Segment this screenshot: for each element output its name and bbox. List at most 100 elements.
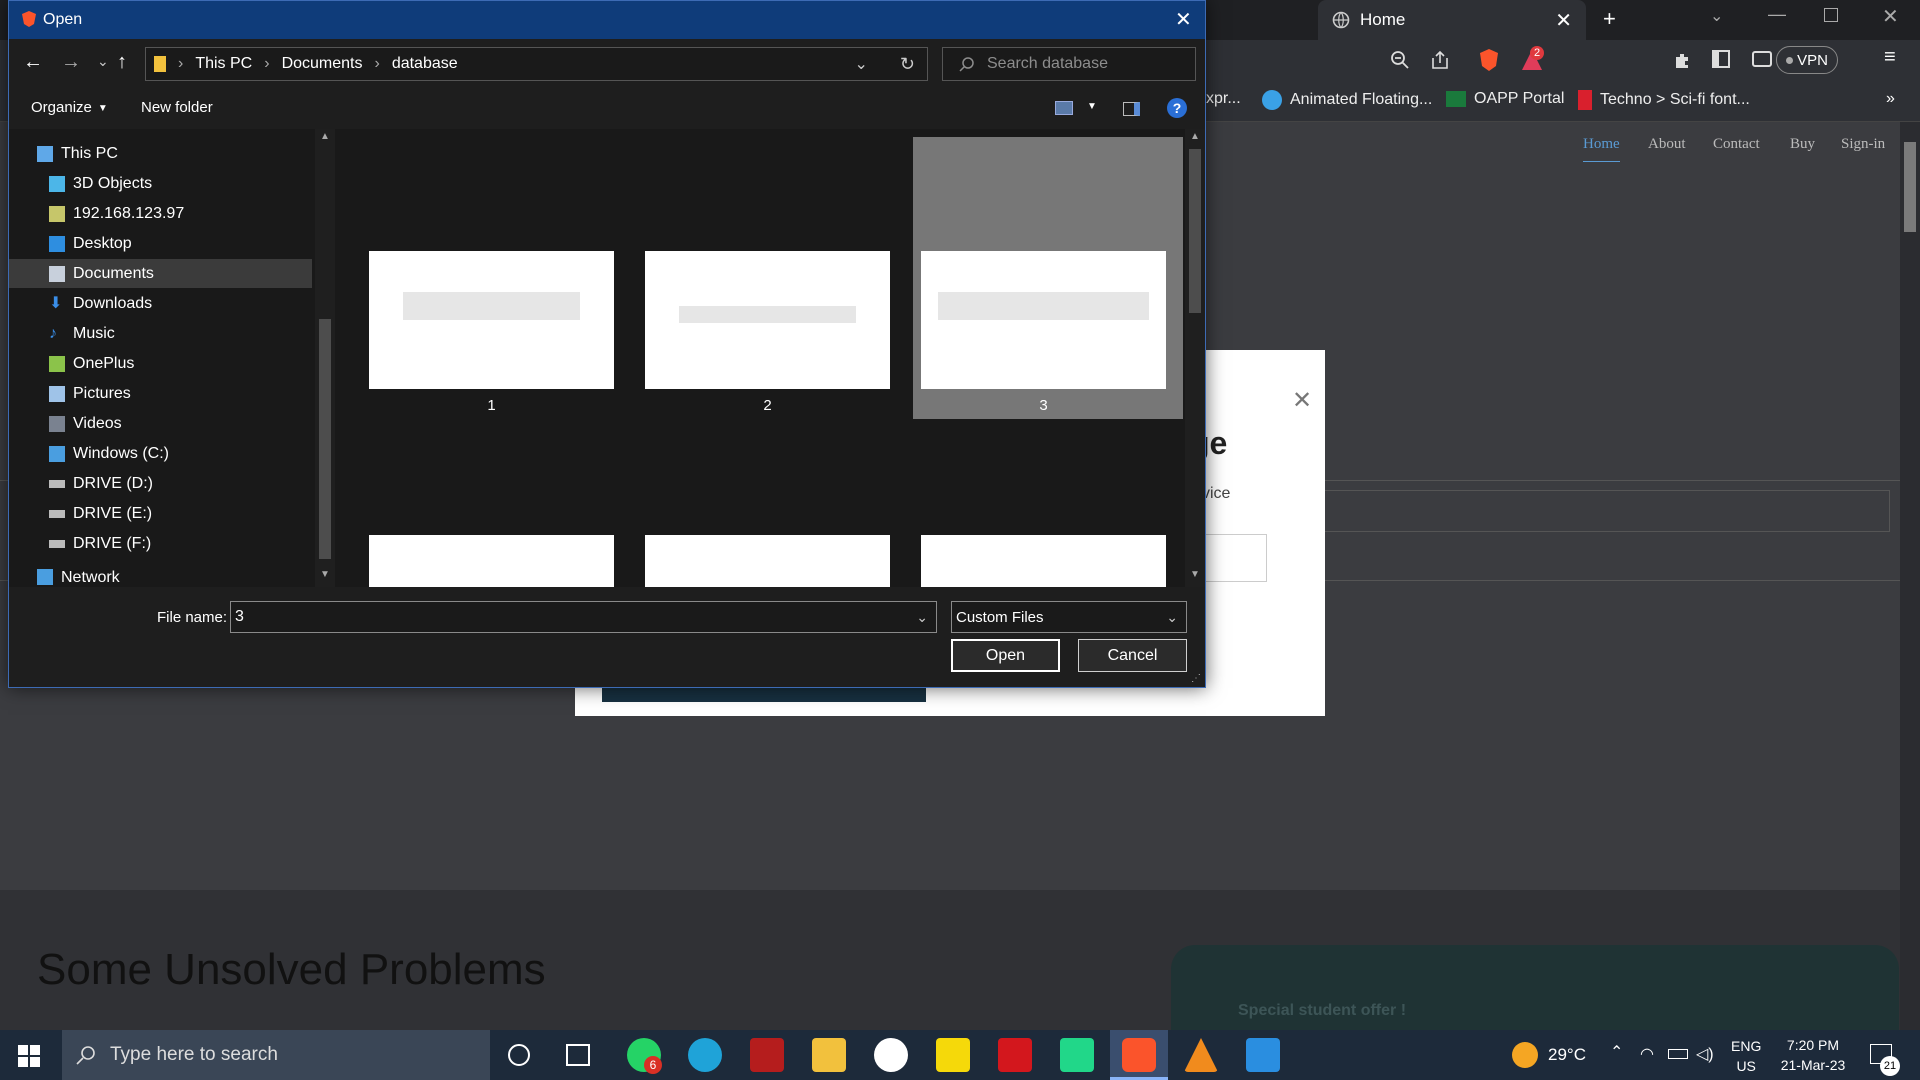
task-view-icon[interactable] bbox=[566, 1044, 590, 1066]
tray-chevron-icon[interactable]: ⌃ bbox=[1610, 1042, 1623, 1062]
restore-icon[interactable] bbox=[1824, 8, 1838, 22]
vscode-icon[interactable] bbox=[1246, 1038, 1280, 1072]
weather-icon[interactable] bbox=[1512, 1042, 1538, 1068]
browser-close-icon[interactable]: ✕ bbox=[1882, 4, 1899, 29]
tree-drive-e[interactable]: DRIVE (E:) bbox=[9, 499, 312, 528]
resize-grip-icon[interactable]: ⋰ bbox=[1191, 673, 1201, 684]
organize-menu[interactable]: Organize ▼ bbox=[31, 99, 108, 116]
windows-start-icon[interactable] bbox=[18, 1045, 40, 1067]
sticky-notes-icon[interactable] bbox=[936, 1038, 970, 1072]
scroll-up-icon[interactable]: ▲ bbox=[1190, 131, 1200, 142]
file-thumbnail-selected[interactable] bbox=[921, 251, 1166, 389]
dialog-close-icon[interactable]: ✕ bbox=[1175, 7, 1192, 32]
unreal-engine-icon[interactable] bbox=[874, 1038, 908, 1072]
cortana-icon[interactable] bbox=[508, 1044, 530, 1066]
bookmark-item[interactable]: Animated Floating... bbox=[1262, 90, 1432, 110]
breadcrumb-this-pc[interactable]: This PC bbox=[195, 55, 252, 73]
brave-shield-icon[interactable] bbox=[1478, 48, 1500, 72]
battery-icon[interactable] bbox=[1668, 1049, 1688, 1059]
tree-videos[interactable]: Videos bbox=[9, 409, 312, 438]
tree-downloads[interactable]: ⬇ Downloads bbox=[9, 289, 312, 318]
weather-temp[interactable]: 29°C bbox=[1548, 1045, 1586, 1065]
tree-music[interactable]: ♪ Music bbox=[9, 319, 312, 348]
file-thumbnail[interactable] bbox=[369, 535, 614, 587]
brave-taskbar-icon[interactable] bbox=[1122, 1038, 1156, 1072]
new-tab-icon[interactable]: + bbox=[1603, 6, 1616, 32]
tree-oneplus[interactable]: OnePlus bbox=[9, 349, 312, 378]
file-explorer-icon[interactable] bbox=[812, 1038, 846, 1072]
file-name-dropdown-icon[interactable]: ⌄ bbox=[916, 609, 928, 626]
tab-close-icon[interactable]: ✕ bbox=[1555, 8, 1572, 33]
open-button[interactable]: Open bbox=[951, 639, 1060, 672]
wallet-icon[interactable] bbox=[1752, 51, 1772, 67]
file-type-dropdown-icon[interactable]: ⌄ bbox=[1166, 609, 1178, 626]
extensions-icon[interactable] bbox=[1672, 50, 1692, 70]
file-thumbnail[interactable] bbox=[921, 535, 1166, 587]
tree-this-pc[interactable]: This PC bbox=[9, 139, 312, 168]
minimize-icon[interactable]: — bbox=[1768, 4, 1786, 25]
acrobat-icon[interactable] bbox=[998, 1038, 1032, 1072]
edge-icon[interactable] bbox=[688, 1038, 722, 1072]
taskbar-search[interactable]: Type here to search bbox=[62, 1030, 490, 1080]
file-thumbnail[interactable] bbox=[369, 251, 614, 389]
tree-drive-f[interactable]: DRIVE (F:) bbox=[9, 529, 312, 558]
file-type-select[interactable]: Custom Files ⌄ bbox=[951, 601, 1187, 633]
volume-icon[interactable]: ◁) bbox=[1696, 1044, 1714, 1064]
pycharm-icon[interactable] bbox=[1060, 1038, 1094, 1072]
scroll-down-icon[interactable]: ▼ bbox=[320, 569, 330, 580]
back-icon[interactable]: ← bbox=[23, 51, 43, 74]
file-view-scrollbar[interactable]: ▲ ▼ bbox=[1185, 129, 1205, 587]
nav-scrollbar-thumb[interactable] bbox=[319, 319, 331, 559]
zoom-icon[interactable] bbox=[1390, 50, 1410, 70]
clock[interactable]: 7:20 PM 21-Mar-23 bbox=[1772, 1035, 1854, 1075]
breadcrumb-documents[interactable]: Documents bbox=[282, 55, 363, 73]
scroll-down-icon[interactable]: ▼ bbox=[1190, 569, 1200, 580]
tree-3d-objects[interactable]: 3D Objects bbox=[9, 169, 312, 198]
forward-icon[interactable]: → bbox=[61, 51, 81, 74]
search-box[interactable]: Search database bbox=[942, 47, 1196, 81]
view-options-icon[interactable] bbox=[1055, 101, 1073, 115]
tree-drive-d[interactable]: DRIVE (D:) bbox=[9, 469, 312, 498]
tab-search-icon[interactable]: ⌄ bbox=[1710, 6, 1723, 26]
breadcrumb-database[interactable]: database bbox=[392, 55, 458, 73]
nav-signin[interactable]: Sign-in bbox=[1841, 136, 1885, 153]
nav-scrollbar[interactable]: ▲ ▼ bbox=[315, 129, 335, 587]
file-name-input[interactable]: 3 ⌄ bbox=[230, 601, 937, 633]
tree-windows-c[interactable]: Windows (C:) bbox=[9, 439, 312, 468]
file-label[interactable]: 1 bbox=[369, 397, 614, 414]
modal-close-icon[interactable]: ✕ bbox=[1292, 386, 1312, 415]
bookmark-item[interactable]: Techno > Sci-fi font... bbox=[1578, 90, 1750, 110]
vpn-button[interactable]: VPN bbox=[1776, 46, 1838, 74]
sidebar-icon[interactable] bbox=[1712, 50, 1730, 68]
tree-network[interactable]: Network bbox=[9, 569, 312, 587]
scrollbar-thumb[interactable] bbox=[1904, 142, 1916, 232]
address-dropdown-icon[interactable]: ⌄ bbox=[855, 54, 868, 74]
tree-desktop[interactable]: Desktop bbox=[9, 229, 312, 258]
bookmark-item[interactable]: xpr... bbox=[1206, 90, 1241, 108]
cancel-button[interactable]: Cancel bbox=[1078, 639, 1187, 672]
preview-pane-icon[interactable] bbox=[1123, 102, 1140, 116]
scroll-up-icon[interactable]: ▲ bbox=[320, 131, 330, 142]
bookmarks-overflow-icon[interactable]: » bbox=[1886, 90, 1895, 108]
share-icon[interactable] bbox=[1430, 50, 1450, 70]
tree-network-drive[interactable]: 192.168.123.97 bbox=[9, 199, 312, 228]
recent-locations-icon[interactable]: ⌄ bbox=[97, 53, 109, 70]
file-scrollbar-thumb[interactable] bbox=[1189, 149, 1201, 313]
wifi-icon[interactable]: ◠ bbox=[1640, 1044, 1654, 1064]
bookmark-item[interactable]: OAPP Portal bbox=[1446, 90, 1564, 108]
file-thumbnail[interactable] bbox=[645, 251, 890, 389]
language-indicator[interactable]: ENG US bbox=[1731, 1036, 1761, 1076]
file-label[interactable]: 2 bbox=[645, 397, 890, 414]
up-icon[interactable]: ↑ bbox=[117, 51, 127, 74]
refresh-icon[interactable]: ↻ bbox=[900, 54, 915, 75]
new-folder-button[interactable]: New folder bbox=[141, 99, 213, 116]
page-scrollbar[interactable] bbox=[1900, 122, 1920, 1030]
file-label[interactable]: 3 bbox=[921, 397, 1166, 414]
file-thumbnail[interactable] bbox=[645, 535, 890, 587]
view-dropdown-icon[interactable]: ▼ bbox=[1087, 101, 1097, 112]
tree-documents[interactable]: Documents bbox=[9, 259, 312, 288]
menu-icon[interactable]: ≡ bbox=[1884, 46, 1896, 69]
tree-pictures[interactable]: Pictures bbox=[9, 379, 312, 408]
help-icon[interactable]: ? bbox=[1167, 98, 1187, 118]
nav-contact[interactable]: Contact bbox=[1713, 136, 1760, 153]
